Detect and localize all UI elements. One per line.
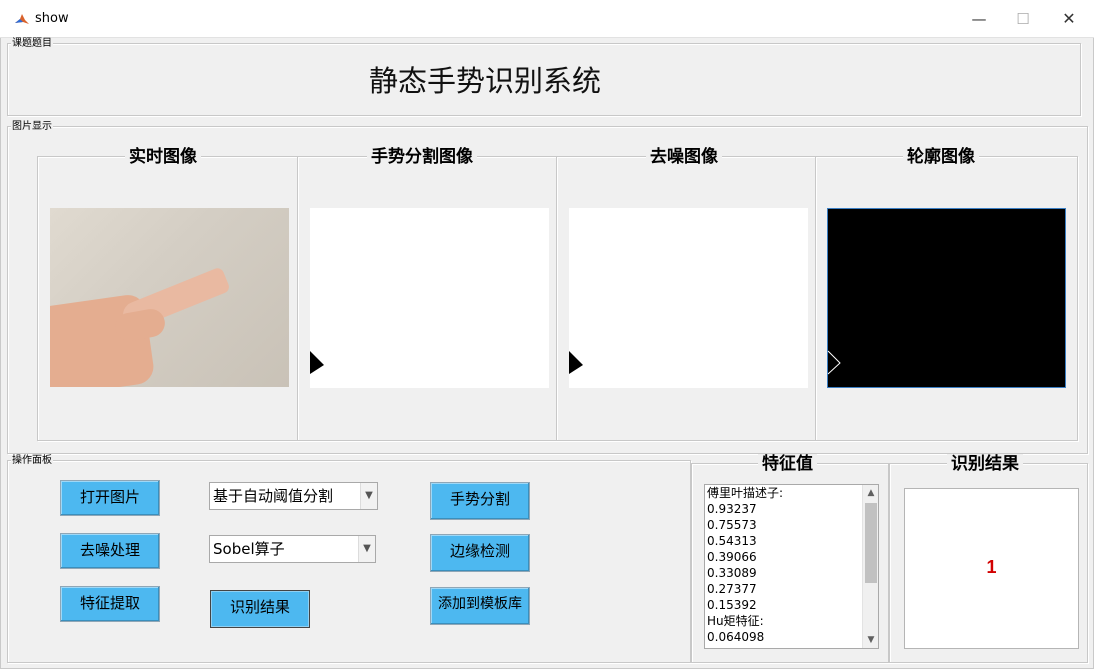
result-display: 1: [904, 488, 1079, 649]
list-item: 0.064098: [707, 630, 765, 644]
list-item: 0.27377: [707, 582, 757, 596]
list-item: 傅里叶描述子:: [707, 486, 784, 500]
list-item: 0.75573: [707, 518, 757, 532]
scroll-thumb[interactable]: [865, 503, 877, 583]
edge-detect-button[interactable]: 边缘检测: [430, 534, 530, 572]
list-item: 0.39066: [707, 550, 757, 564]
feature-extract-button[interactable]: 特征提取: [60, 586, 160, 622]
open-image-button[interactable]: 打开图片: [60, 480, 160, 516]
contour-image: [827, 208, 1066, 388]
add-template-button[interactable]: 添加到模板库: [430, 587, 530, 625]
denoise-button[interactable]: 去噪处理: [60, 533, 160, 569]
system-title: 静态手势识别系统: [368, 64, 601, 98]
operation-panel-label: 操作面板: [11, 455, 53, 466]
segmentation-image-title: 手势分割图像: [367, 147, 477, 167]
segmentation-image: [310, 208, 549, 388]
feature-lines: 傅里叶描述子: 0.93237 0.75573 0.54313 0.39066 …: [705, 485, 878, 645]
matlab-icon: [14, 12, 30, 28]
realtime-image-title: 实时图像: [125, 147, 201, 167]
chevron-down-icon[interactable]: ▼: [358, 536, 375, 562]
maximize-button[interactable]: ☐: [1000, 0, 1046, 38]
edge-operator-select[interactable]: Sobel算子 ▼: [209, 535, 376, 563]
list-item: Hu矩特征:: [707, 614, 764, 628]
segment-button[interactable]: 手势分割: [430, 482, 530, 520]
recognize-button[interactable]: 识别结果: [210, 590, 310, 628]
feature-list[interactable]: 傅里叶描述子: 0.93237 0.75573 0.54313 0.39066 …: [704, 484, 879, 649]
contour-image-title: 轮廓图像: [903, 147, 979, 167]
segmentation-method-value: 基于自动阈值分割: [213, 487, 334, 505]
title-panel-label: 课题题目: [11, 38, 53, 49]
title-bar: [0, 0, 1094, 38]
close-button[interactable]: ✕: [1046, 0, 1092, 38]
edge-operator-value: Sobel算子: [213, 540, 285, 558]
denoised-image: [569, 208, 808, 388]
feature-list-scrollbar[interactable]: ▲ ▼: [862, 485, 878, 648]
image-display-panel-label: 图片显示: [11, 121, 53, 132]
list-item: 0.93237: [707, 502, 757, 516]
feature-panel-title: 特征值: [758, 454, 817, 474]
list-item: 0.15392: [707, 598, 757, 612]
scroll-up-icon[interactable]: ▲: [863, 485, 878, 501]
realtime-image: [50, 208, 289, 387]
list-item: 0.33089: [707, 566, 757, 580]
result-value: 1: [986, 557, 997, 577]
list-item: 0.54313: [707, 534, 757, 548]
result-panel-title: 识别结果: [947, 454, 1023, 474]
segmentation-method-select[interactable]: 基于自动阈值分割 ▼: [209, 482, 378, 510]
scroll-down-icon[interactable]: ▼: [863, 632, 878, 648]
window-title: show: [35, 11, 69, 26]
minimize-button[interactable]: —: [956, 0, 1002, 38]
denoise-image-title: 去噪图像: [646, 147, 722, 167]
chevron-down-icon[interactable]: ▼: [360, 483, 377, 509]
